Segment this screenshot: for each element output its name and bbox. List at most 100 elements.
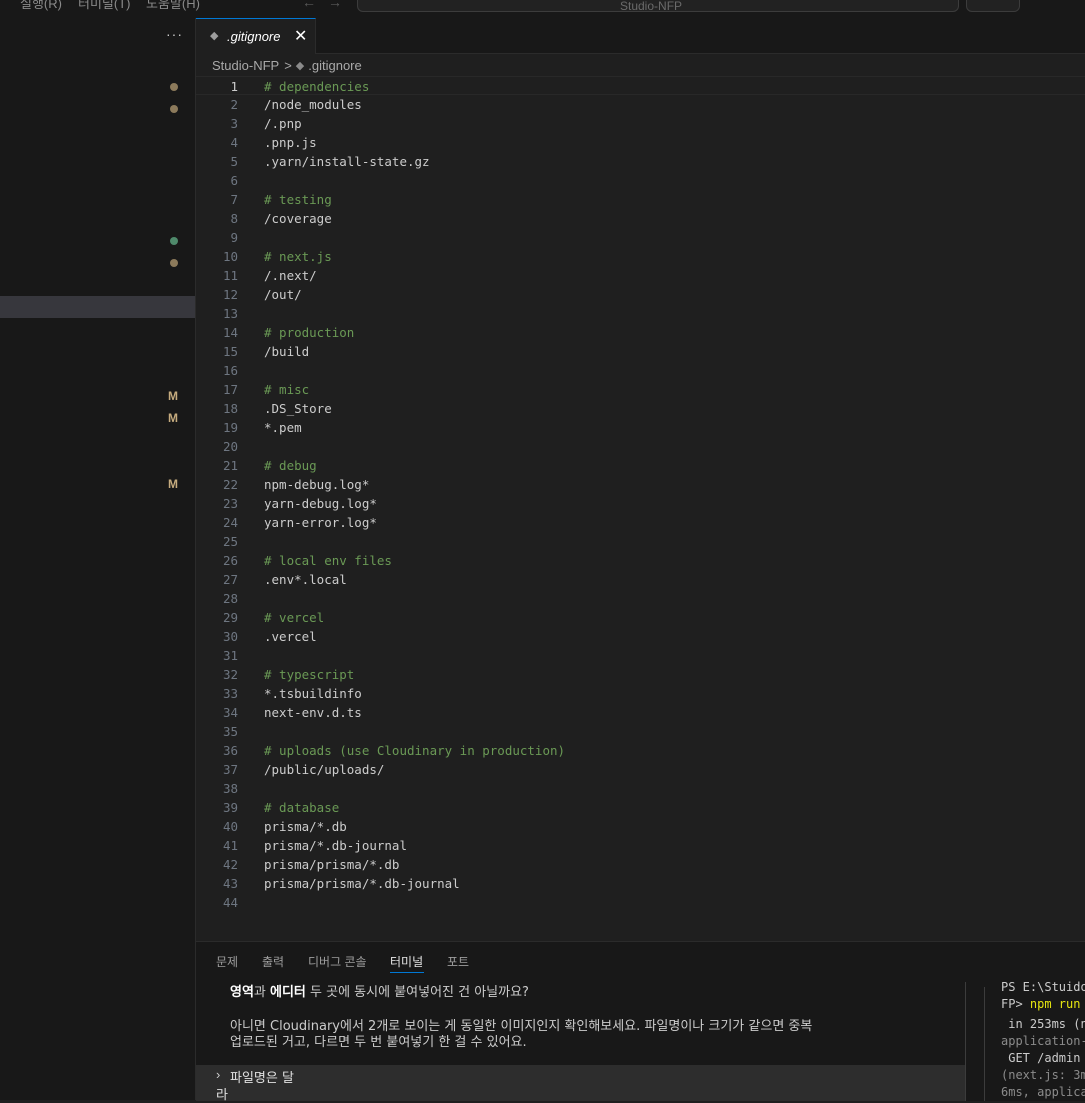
line-number: 11 bbox=[222, 268, 238, 283]
code-line[interactable]: 16 bbox=[196, 361, 1085, 380]
code-line[interactable]: 41 prisma/*.db-journal bbox=[196, 836, 1085, 855]
code-line[interactable]: 4 .pnp.js bbox=[196, 133, 1085, 152]
line-number: 15 bbox=[222, 344, 238, 359]
code-line[interactable]: 19 *.pem bbox=[196, 418, 1085, 437]
code-line[interactable]: 28 bbox=[196, 589, 1085, 608]
menu-terminal[interactable]: 터미널(T) bbox=[78, 0, 130, 12]
code-line[interactable]: 26 # local env files bbox=[196, 551, 1085, 570]
code-line[interactable]: 34 next-env.d.ts bbox=[196, 703, 1085, 722]
breadcrumb: Studio-NFP > ◆ .gitignore bbox=[212, 57, 362, 75]
code-line[interactable]: 44 bbox=[196, 893, 1085, 912]
code-line[interactable]: 30 .vercel bbox=[196, 627, 1085, 646]
close-icon[interactable]: ✕ bbox=[294, 26, 307, 46]
explorer-selected-item[interactable] bbox=[0, 296, 195, 318]
code-line[interactable]: 35 bbox=[196, 722, 1085, 741]
menu-help[interactable]: 도움말(H) bbox=[146, 0, 200, 12]
line-number: 43 bbox=[222, 876, 238, 891]
code-line[interactable]: 33 *.tsbuildinfo bbox=[196, 684, 1085, 703]
line-number: 10 bbox=[222, 249, 238, 264]
tab-gitignore[interactable]: ◆ .gitignore ✕ bbox=[196, 18, 316, 54]
code-line[interactable]: 12/out/ bbox=[196, 285, 1085, 304]
code-line[interactable]: 17 # misc bbox=[196, 380, 1085, 399]
chat-message-line: 업로드된 거고, 다르면 두 번 붙여넣기 한 걸 수 있어요. bbox=[230, 1035, 527, 1050]
line-number: 23 bbox=[222, 496, 238, 511]
code-line[interactable]: 23 yarn-debug.log* bbox=[196, 494, 1085, 513]
code-text: # local env files bbox=[264, 553, 392, 568]
code-line[interactable]: 39 # database bbox=[196, 798, 1085, 817]
code-line[interactable]: 25 bbox=[196, 532, 1085, 551]
code-text: prisma/prisma/*.db-journal bbox=[264, 876, 460, 891]
code-line[interactable]: 8/coverage bbox=[196, 209, 1085, 228]
tab-debug-console[interactable]: 디버그 콘솔 bbox=[308, 953, 367, 970]
code-line[interactable]: 43 prisma/prisma/*.db-journal bbox=[196, 874, 1085, 893]
code-text: prisma/*.db-journal bbox=[264, 838, 407, 853]
code-line[interactable]: 10 # next.js bbox=[196, 247, 1085, 266]
code-line[interactable]: 14 # production bbox=[196, 323, 1085, 342]
line-number: 1 bbox=[230, 79, 238, 94]
line-number: 44 bbox=[222, 895, 238, 910]
code-line[interactable]: 36 # uploads (use Cloudinary in productio… bbox=[196, 741, 1085, 760]
code-line[interactable]: 9 bbox=[196, 228, 1085, 247]
code-text: .env*.local bbox=[264, 572, 347, 587]
code-text: # testing bbox=[264, 192, 332, 207]
code-line[interactable]: 24 yarn-error.log* bbox=[196, 513, 1085, 532]
code-line[interactable]: 27 .env*.local bbox=[196, 570, 1085, 589]
code-line[interactable]: 15/build bbox=[196, 342, 1085, 361]
chat-input-text: 라 bbox=[216, 1088, 228, 1103]
modified-marker: M bbox=[168, 411, 178, 425]
code-line[interactable]: 5 .yarn/install-state.gz bbox=[196, 152, 1085, 171]
code-line[interactable]: 1 # dependencies bbox=[196, 76, 1085, 95]
line-number: 14 bbox=[222, 325, 238, 340]
line-number: 21 bbox=[222, 458, 238, 473]
code-line[interactable]: 7 # testing bbox=[196, 190, 1085, 209]
code-line[interactable]: 29 # vercel bbox=[196, 608, 1085, 627]
code-text: .pnp.js bbox=[264, 135, 317, 150]
line-number: 16 bbox=[222, 363, 238, 378]
tab-ports[interactable]: 포트 bbox=[447, 953, 469, 970]
breadcrumb-folder[interactable]: Studio-NFP bbox=[212, 58, 279, 73]
tab-problems[interactable]: 문제 bbox=[216, 953, 238, 970]
code-text: /public/uploads/ bbox=[264, 762, 385, 777]
tab-terminal[interactable]: 터미널 bbox=[390, 953, 423, 970]
code-text: npm-debug.log* bbox=[264, 477, 370, 492]
back-arrow-icon[interactable]: ← bbox=[302, 0, 316, 10]
command-center-search[interactable]: Studio-NFP bbox=[357, 0, 959, 13]
menu-run[interactable]: 실행(R) bbox=[20, 0, 62, 12]
terminal-scrollbar[interactable] bbox=[984, 987, 985, 1101]
code-text: /.next/ bbox=[264, 268, 317, 283]
code-line[interactable]: 6 bbox=[196, 171, 1085, 190]
chat-input[interactable]: › 파일명은 달 라 bbox=[196, 1065, 965, 1103]
code-text: next-env.d.ts bbox=[264, 705, 362, 720]
git-status-dot bbox=[170, 105, 178, 113]
modified-marker: M bbox=[168, 477, 178, 491]
chat-button[interactable] bbox=[966, 0, 1020, 12]
code-line[interactable]: 38 bbox=[196, 779, 1085, 798]
code-line[interactable]: 22 npm-debug.log* bbox=[196, 475, 1085, 494]
line-number: 19 bbox=[222, 420, 238, 435]
breadcrumb-file[interactable]: .gitignore bbox=[308, 58, 361, 73]
code-text: *.pem bbox=[264, 420, 302, 435]
terminal-line: in 253ms (n bbox=[1001, 1017, 1085, 1031]
code-line[interactable]: 2/node_modules bbox=[196, 95, 1085, 114]
line-number: 9 bbox=[230, 230, 238, 245]
forward-arrow-icon[interactable]: → bbox=[328, 0, 342, 10]
panel-divider[interactable] bbox=[965, 982, 966, 1101]
code-line[interactable]: 11 /.next/ bbox=[196, 266, 1085, 285]
code-line[interactable]: 31 bbox=[196, 646, 1085, 665]
line-number: 7 bbox=[230, 192, 238, 207]
code-line[interactable]: 32 # typescript bbox=[196, 665, 1085, 684]
code-line[interactable]: 13 bbox=[196, 304, 1085, 323]
code-text: prisma/*.db bbox=[264, 819, 347, 834]
code-editor[interactable]: 1 # dependencies 2/node_modules 3/.pnp 4 .pnp… bbox=[196, 76, 1085, 940]
code-line[interactable]: 18 .DS_Store bbox=[196, 399, 1085, 418]
line-number: 34 bbox=[222, 705, 238, 720]
code-line[interactable]: 3 /.pnp bbox=[196, 114, 1085, 133]
tab-output[interactable]: 출력 bbox=[262, 953, 284, 970]
code-line[interactable]: 40 prisma/*.db bbox=[196, 817, 1085, 836]
code-line[interactable]: 20 bbox=[196, 437, 1085, 456]
code-line[interactable]: 42 prisma/prisma/*.db bbox=[196, 855, 1085, 874]
code-text: prisma/prisma/*.db bbox=[264, 857, 400, 872]
code-line[interactable]: 21 # debug bbox=[196, 456, 1085, 475]
more-actions-icon[interactable]: ··· bbox=[166, 26, 183, 42]
code-line[interactable]: 37/public/uploads/ bbox=[196, 760, 1085, 779]
